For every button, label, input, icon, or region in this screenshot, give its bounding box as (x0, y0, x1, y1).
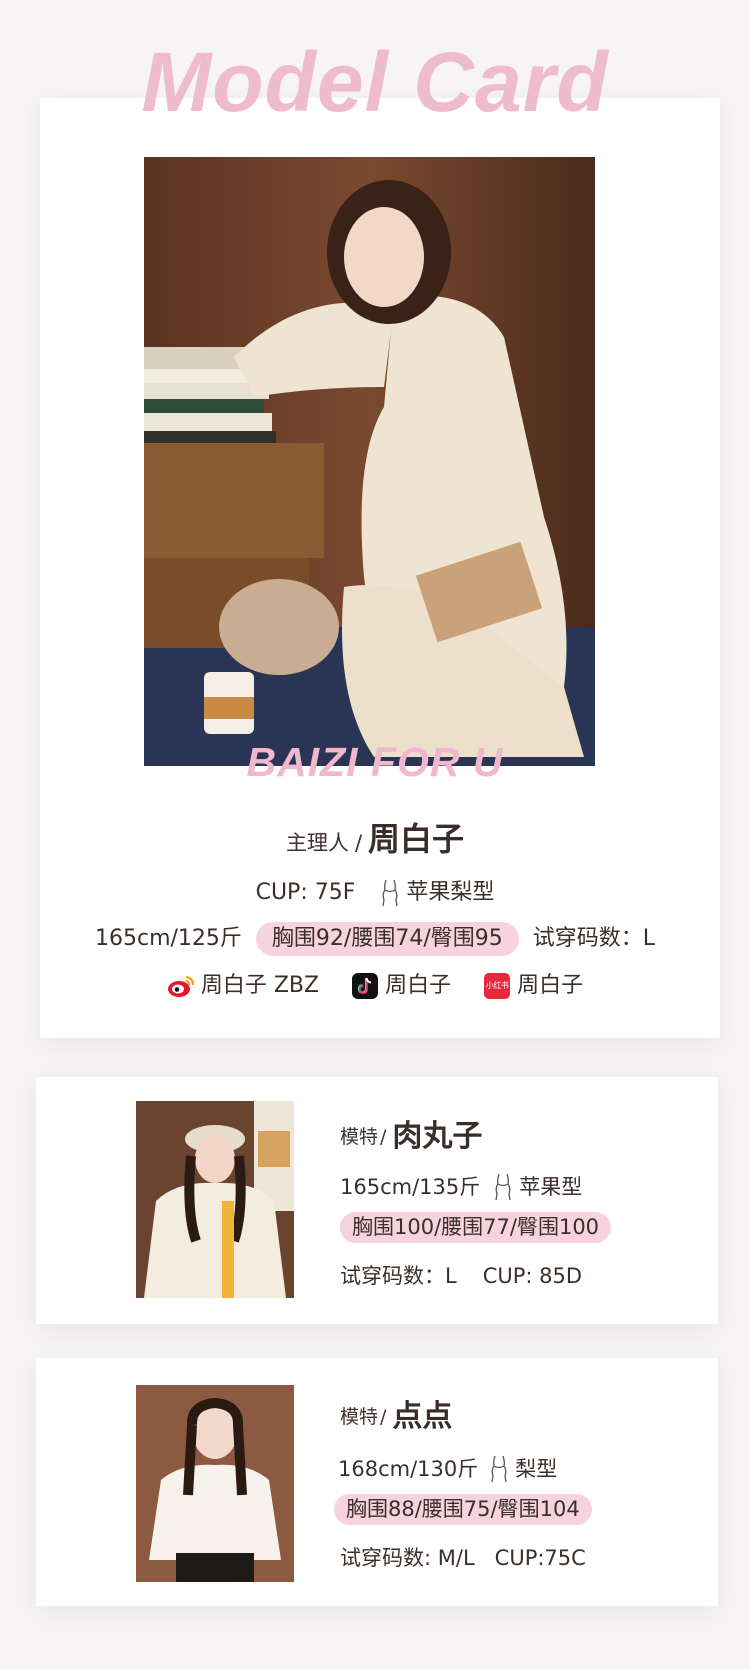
body-type: 苹果梨型 (406, 880, 495, 905)
measurements-badge: 胸围92/腰围74/臀围95 (255, 922, 519, 956)
body-type: 梨型 (515, 1456, 558, 1481)
model-name: 点点 (392, 1399, 453, 1434)
brand-watermark: BAIZI FOR U (246, 739, 504, 785)
page-title: Model Card (141, 35, 609, 129)
owner-prefix: 主理人 (285, 831, 349, 855)
social-douyin[interactable]: 周白子 (351, 972, 451, 1000)
model-photo-2 (136, 1385, 294, 1582)
body-type: 苹果型 (519, 1174, 583, 1199)
main-model-photo (144, 157, 595, 766)
model-separator: / (380, 1405, 387, 1428)
cup-size: CUP: 85D (482, 1264, 583, 1288)
weibo-icon (167, 972, 195, 1000)
model-photo-1 (136, 1101, 294, 1298)
social-row: 周白子 ZBZ 周白子 小红书 周白子 (0, 972, 750, 1000)
body-shape-icon (382, 879, 399, 907)
weibo-handle: 周白子 ZBZ (200, 973, 320, 998)
height-weight: 165cm/125斤 (95, 926, 242, 951)
social-weibo[interactable]: 周白子 ZBZ (167, 972, 319, 1000)
xiaohongshu-handle: 周白子 (517, 973, 584, 998)
model-separator: / (380, 1125, 387, 1148)
model-name: 肉丸子 (392, 1119, 483, 1154)
model-prefix: 模特 (340, 1405, 379, 1428)
height-weight: 165cm/135斤 (340, 1174, 481, 1199)
douyin-handle: 周白子 (385, 973, 452, 998)
owner-separator: / (354, 831, 363, 855)
body-shape-icon (491, 1455, 507, 1483)
trial-size: 试穿码数：L (340, 1264, 457, 1288)
measurements-badge: 胸围88/腰围75/臀围104 (334, 1494, 592, 1525)
measurements-badge: 胸围100/腰围77/臀围100 (340, 1212, 612, 1243)
cup-row: CUP: 75F 苹果梨型 (0, 878, 750, 908)
measurements-row: 165cm/125斤 胸围92/腰围74/臀围95 试穿码数：L (0, 922, 750, 956)
douyin-icon (351, 972, 379, 1000)
trial-size: 试穿码数：L (532, 926, 655, 951)
height-weight: 168cm/130斤 (338, 1456, 479, 1481)
xiaohongshu-icon: 小红书 (483, 972, 511, 1000)
body-shape-icon (495, 1173, 511, 1201)
model-prefix: 模特 (340, 1125, 379, 1148)
trial-size: 试穿码数: M/L (340, 1546, 475, 1570)
cup-size: CUP: 75F (255, 880, 356, 905)
owner-name: 周白子 (368, 820, 465, 858)
owner-row: 主理人 / 周白子 (0, 823, 750, 855)
social-xiaohongshu[interactable]: 小红书 周白子 (483, 972, 583, 1000)
cup-size: CUP:75C (494, 1546, 586, 1570)
